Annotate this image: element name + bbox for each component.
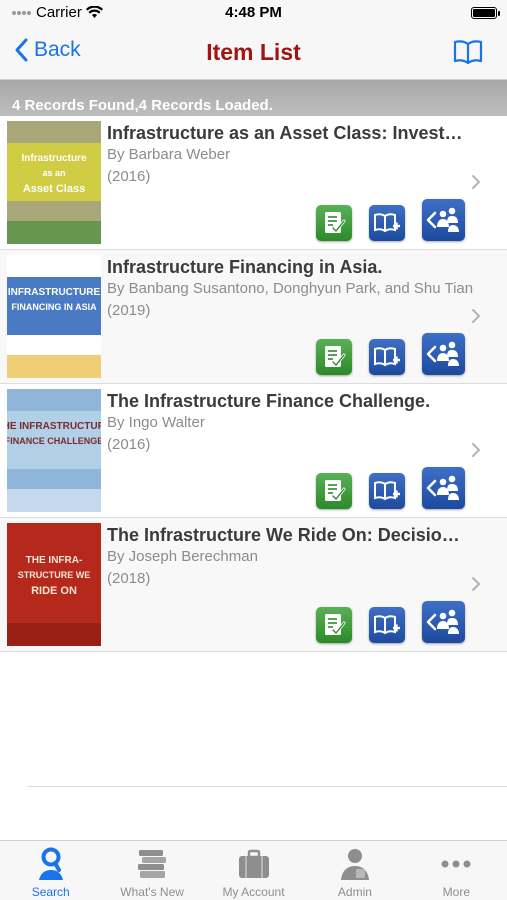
- add-to-booklist-button[interactable]: [369, 473, 405, 509]
- tab-label: My Account: [222, 885, 285, 899]
- book-cover-image: INFRASTRUCTURE FINANCING IN ASIA: [7, 255, 101, 378]
- tab-label: Search: [31, 885, 70, 899]
- item-title: The Infrastructure Finance Challenge.: [107, 391, 431, 411]
- book-plus-icon: [374, 213, 400, 233]
- book-plus-icon: [374, 481, 400, 501]
- share-people-icon: [426, 609, 459, 634]
- open-book-icon: [453, 40, 483, 65]
- tab-label: What's New: [120, 885, 184, 899]
- add-to-booklist-button[interactable]: [369, 607, 405, 643]
- svg-text:Asset Class: Asset Class: [23, 183, 85, 195]
- item-list: Infrastructure as an Asset Class Infrast…: [0, 116, 507, 652]
- tab-more[interactable]: More: [406, 841, 507, 900]
- item-year: (2016): [107, 168, 151, 185]
- item-title: Infrastructure as an Asset Class: Invest…: [107, 123, 463, 143]
- details-button[interactable]: [316, 473, 352, 509]
- list-item[interactable]: Infrastructure as an Asset Class Infrast…: [0, 116, 507, 250]
- chevron-right-icon: [472, 443, 480, 457]
- status-time: 4:48 PM: [225, 4, 282, 21]
- item-year: (2019): [107, 302, 151, 319]
- svg-text:THE INFRASTRUCTURE: THE INFRASTRUCTURE: [7, 421, 101, 432]
- svg-text:Infrastructure: Infrastructure: [21, 153, 86, 164]
- chevron-right-icon: [472, 577, 480, 591]
- admin-person-icon: [340, 849, 369, 880]
- share-people-icon: [426, 341, 459, 366]
- svg-text:as an: as an: [42, 168, 65, 178]
- chevron-right-icon: [472, 309, 480, 323]
- svg-text:STRUCTURE WE: STRUCTURE WE: [18, 570, 91, 580]
- details-button[interactable]: [316, 339, 352, 375]
- book-cover-image: Infrastructure as an Asset Class: [7, 121, 101, 244]
- svg-text:THE INFRA-: THE INFRA-: [26, 555, 83, 566]
- document-check-icon: [325, 346, 346, 368]
- item-author: By Ingo Walter: [107, 414, 205, 431]
- status-bar: Carrier 4:48 PM: [0, 0, 507, 26]
- share-button[interactable]: [422, 333, 465, 375]
- share-people-icon: [426, 475, 459, 500]
- item-author: By Barbara Weber: [107, 146, 231, 163]
- records-summary-banner: 4 Records Found,4 Records Loaded.: [0, 80, 507, 116]
- share-button[interactable]: [422, 199, 465, 241]
- share-button[interactable]: [422, 601, 465, 643]
- tab-admin[interactable]: Admin: [304, 841, 405, 900]
- battery-icon: [471, 7, 500, 19]
- tab-bar: Search What's New My Account Admin More: [0, 840, 507, 900]
- share-button[interactable]: [422, 467, 465, 509]
- open-book-button[interactable]: [453, 40, 483, 69]
- chevron-right-icon: [472, 175, 480, 189]
- document-check-icon: [325, 614, 346, 636]
- share-people-icon: [426, 207, 459, 232]
- book-plus-icon: [374, 615, 400, 635]
- book-plus-icon: [374, 347, 400, 367]
- list-item[interactable]: THE INFRASTRUCTURE FINANCE CHALLENGE The…: [0, 384, 507, 518]
- item-author: By Banbang Susantono, Donghyun Park, and…: [107, 280, 474, 297]
- tab-whats-new[interactable]: What's New: [101, 841, 202, 900]
- book-cover-image: THE INFRASTRUCTURE FINANCE CHALLENGE: [7, 389, 101, 512]
- add-to-booklist-button[interactable]: [369, 339, 405, 375]
- item-year: (2016): [107, 436, 151, 453]
- more-dots-icon: [441, 860, 471, 868]
- list-item[interactable]: THE INFRA- STRUCTURE WE RIDE ON The Infr…: [0, 518, 507, 652]
- tab-label: More: [442, 885, 470, 899]
- list-item[interactable]: INFRASTRUCTURE FINANCING IN ASIA Infrast…: [0, 250, 507, 384]
- list-separator: [27, 786, 507, 787]
- tab-label: Admin: [337, 885, 372, 899]
- navigation-bar: Back Item List: [0, 26, 507, 80]
- tab-my-account[interactable]: My Account: [203, 841, 304, 900]
- tab-search[interactable]: Search: [0, 841, 101, 900]
- svg-text:FINANCE CHALLENGE: FINANCE CHALLENGE: [7, 436, 101, 446]
- svg-text:RIDE ON: RIDE ON: [31, 585, 77, 597]
- details-button[interactable]: [316, 205, 352, 241]
- document-check-icon: [325, 212, 346, 234]
- svg-text:FINANCING IN ASIA: FINANCING IN ASIA: [11, 302, 97, 312]
- item-year: (2018): [107, 570, 151, 587]
- svg-text:INFRASTRUCTURE: INFRASTRUCTURE: [8, 287, 101, 298]
- search-person-icon: [38, 847, 63, 880]
- item-author: By Joseph Berechman: [107, 548, 258, 565]
- details-button[interactable]: [316, 607, 352, 643]
- records-summary-text: 4 Records Found,4 Records Loaded.: [12, 97, 273, 114]
- item-title: The Infrastructure We Ride On: Decisio…: [107, 525, 460, 545]
- page-title: Item List: [206, 39, 301, 65]
- books-stack-icon: [138, 850, 167, 878]
- briefcase-icon: [238, 849, 269, 878]
- book-cover-image: THE INFRA- STRUCTURE WE RIDE ON: [7, 523, 101, 646]
- item-title: Infrastructure Financing in Asia.: [107, 257, 383, 277]
- document-check-icon: [325, 480, 346, 502]
- add-to-booklist-button[interactable]: [369, 205, 405, 241]
